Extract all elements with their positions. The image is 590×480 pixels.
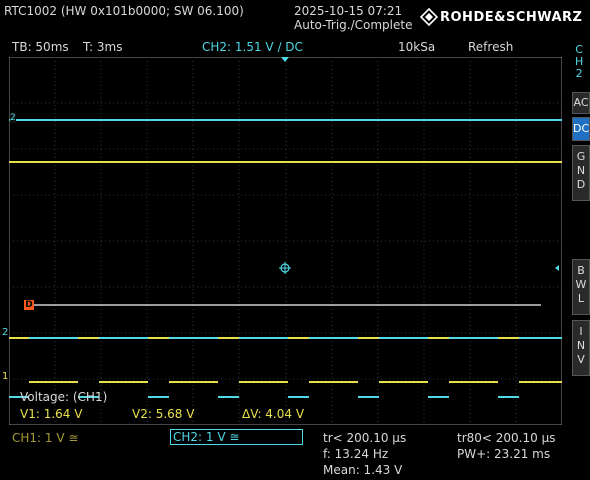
- sample-rate: 10kSa: [398, 40, 436, 54]
- acquisition-status: Auto-Trig./Complete: [294, 18, 413, 32]
- measure-rise-time: tr< 200.10 µs: [323, 431, 407, 445]
- measure-pulse-width: PW+: 23.21 ms: [457, 447, 551, 461]
- brand-name: ROHDE&SCHWARZ: [440, 9, 583, 25]
- side-channel-label: C H 2: [575, 43, 584, 80]
- timebase-setting[interactable]: TB: 50ms: [12, 40, 69, 54]
- ac-coupling-button[interactable]: AC: [572, 92, 590, 114]
- trigger-setting[interactable]: CH2: 1.51 V ∕ DC: [202, 40, 303, 54]
- datetime: 2025-10-15 07:21: [294, 4, 403, 18]
- trigger-time-setting[interactable]: T: 3ms: [83, 40, 122, 54]
- cursor-marker[interactable]: D: [24, 300, 34, 310]
- brand-logo: ROHDE&SCHWARZ: [420, 6, 583, 28]
- acquisition-mode[interactable]: Refresh: [468, 40, 513, 54]
- waveform-display: [9, 57, 562, 425]
- rohde-schwarz-diamond-icon: [420, 8, 438, 26]
- measure-frequency: f: 13.24 Hz: [323, 447, 389, 461]
- gnd-button[interactable]: G N D: [572, 145, 590, 201]
- ch1-offset-marker[interactable]: 1: [2, 372, 8, 382]
- ch2-offset-marker[interactable]: 2: [2, 328, 8, 338]
- dc-coupling-button[interactable]: DC: [572, 117, 590, 141]
- measure-mean: Mean: 1.43 V: [323, 463, 403, 477]
- inv-button[interactable]: I N V: [572, 320, 590, 376]
- cursor-v2: V2: 5.68 V: [132, 407, 195, 421]
- device-info: RTC1002 (HW 0x101b0000; SW 06.100): [4, 4, 244, 18]
- cursor-title: Voltage: (CH1): [20, 390, 108, 404]
- ch2-upper-marker: 2: [10, 113, 16, 123]
- ch1-scale[interactable]: CH1: 1 V ≅: [12, 431, 78, 445]
- cursor-v1: V1: 1.64 V: [20, 407, 83, 421]
- cursor-delta: ΔV: 4.04 V: [242, 407, 305, 421]
- ch2-scale[interactable]: CH2: 1 V ≅: [170, 429, 303, 445]
- bwl-button[interactable]: B W L: [572, 259, 590, 315]
- measure-rise-time-80: tr80< 200.10 µs: [457, 431, 556, 445]
